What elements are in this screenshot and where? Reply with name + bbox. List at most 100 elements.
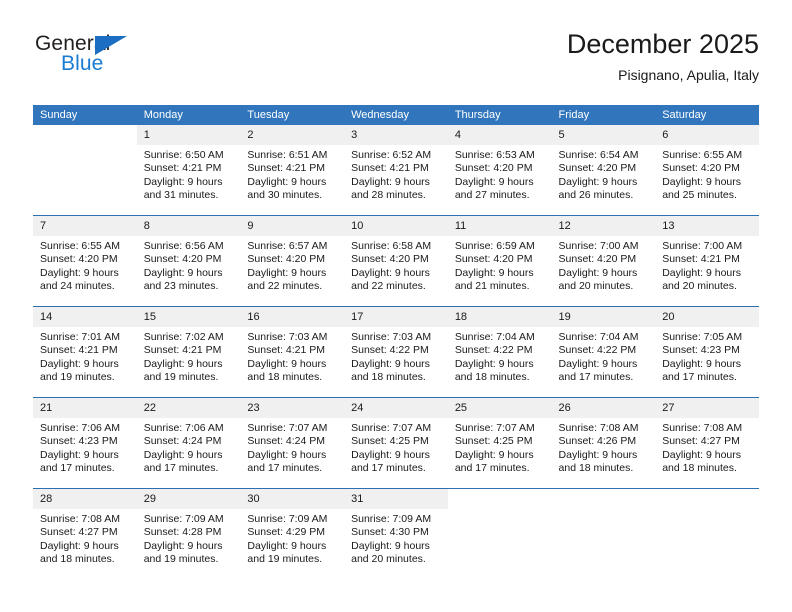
day-details: Sunrise: 7:07 AM Sunset: 4:25 PM Daylight:… bbox=[344, 418, 448, 476]
sunset-text: Sunset: 4:20 PM bbox=[351, 253, 429, 266]
sunrise-text: Sunrise: 6:58 AM bbox=[351, 240, 432, 252]
day-number: 31 bbox=[344, 489, 448, 509]
daylight-text: and 19 minutes. bbox=[247, 553, 323, 566]
daylight-text: Daylight: 9 hours bbox=[351, 175, 430, 188]
day-number: 16 bbox=[240, 307, 345, 327]
calendar-week-row: 7 Sunrise: 6:55 AM Sunset: 4:20 PM Daylight… bbox=[33, 215, 759, 307]
day-number: 14 bbox=[33, 307, 137, 327]
day-number: 13 bbox=[655, 216, 759, 236]
daylight-text: Daylight: 9 hours bbox=[351, 539, 430, 552]
calendar-day-cell[interactable]: 25 Sunrise: 7:07 AM Sunset: 4:25 PM Dayligh… bbox=[447, 397, 552, 489]
daylight-text: Daylight: 9 hours bbox=[351, 357, 430, 370]
day-details: Sunrise: 7:03 AM Sunset: 4:21 PM Daylight:… bbox=[240, 327, 344, 385]
calendar-day-cell[interactable]: 30 Sunrise: 7:09 AM Sunset: 4:29 PM Dayligh… bbox=[240, 488, 345, 579]
daylight-text: and 18 minutes. bbox=[454, 371, 530, 384]
day-details: Sunrise: 7:04 AM Sunset: 4:22 PM Daylight:… bbox=[552, 327, 656, 385]
calendar-day-cell[interactable]: 6 Sunrise: 6:55 AM Sunset: 4:20 PM Daylight… bbox=[655, 125, 759, 216]
title-block: December 2025 Pisignano, Apulia, Italy bbox=[567, 28, 759, 85]
daylight-text: Daylight: 9 hours bbox=[558, 175, 638, 188]
daylight-text: and 25 minutes. bbox=[662, 189, 737, 202]
calendar-day-cell[interactable]: 20 Sunrise: 7:05 AM Sunset: 4:23 PM Dayligh… bbox=[655, 306, 759, 398]
day-number: 27 bbox=[655, 398, 759, 418]
calendar-day-cell[interactable]: 23 Sunrise: 7:07 AM Sunset: 4:24 PM Dayligh… bbox=[240, 397, 345, 489]
calendar-week-row: 14 Sunrise: 7:01 AM Sunset: 4:21 PM Dayligh… bbox=[33, 306, 759, 398]
calendar-day-cell[interactable]: 1 Sunrise: 6:50 AM Sunset: 4:21 PM Daylight… bbox=[136, 125, 241, 216]
calendar-day-cell[interactable]: 19 Sunrise: 7:04 AM Sunset: 4:22 PM Dayligh… bbox=[551, 306, 656, 398]
calendar-day-cell[interactable]: 31 Sunrise: 7:09 AM Sunset: 4:30 PM Dayligh… bbox=[344, 488, 448, 579]
calendar-day-cell[interactable]: 15 Sunrise: 7:02 AM Sunset: 4:21 PM Dayligh… bbox=[136, 306, 241, 398]
calendar-day-cell[interactable]: 17 Sunrise: 7:03 AM Sunset: 4:22 PM Dayligh… bbox=[344, 306, 448, 398]
calendar-day-cell[interactable]: 14 Sunrise: 7:01 AM Sunset: 4:21 PM Dayligh… bbox=[33, 306, 137, 398]
logo-text-blue: Blue bbox=[61, 52, 104, 75]
day-number: 10 bbox=[344, 216, 448, 236]
sunrise-text: Sunrise: 7:09 AM bbox=[247, 513, 328, 525]
daylight-text: Daylight: 9 hours bbox=[40, 266, 119, 279]
daylight-text: and 18 minutes. bbox=[662, 462, 737, 475]
sunset-text: Sunset: 4:22 PM bbox=[558, 344, 637, 357]
sunrise-text: Sunrise: 7:02 AM bbox=[143, 331, 224, 343]
calendar-day-cell[interactable]: 16 Sunrise: 7:03 AM Sunset: 4:21 PM Dayligh… bbox=[240, 306, 345, 398]
calendar-day-cell[interactable]: 2 Sunrise: 6:51 AM Sunset: 4:21 PM Daylight… bbox=[240, 125, 345, 216]
calendar-week-row: 1 Sunrise: 6:50 AM Sunset: 4:21 PM Daylight… bbox=[33, 125, 759, 216]
calendar-day-cell[interactable]: 8 Sunrise: 6:56 AM Sunset: 4:20 PM Daylight… bbox=[136, 215, 241, 307]
day-details: Sunrise: 7:00 AM Sunset: 4:20 PM Daylight:… bbox=[552, 236, 656, 294]
daylight-text: Daylight: 9 hours bbox=[454, 175, 534, 188]
sunset-text: Sunset: 4:20 PM bbox=[558, 162, 637, 175]
sunrise-text: Sunrise: 6:52 AM bbox=[351, 149, 432, 161]
sunrise-text: Sunrise: 7:08 AM bbox=[558, 422, 639, 434]
daylight-text: and 24 minutes. bbox=[40, 280, 115, 293]
day-number: 28 bbox=[33, 489, 137, 509]
daylight-text: and 19 minutes. bbox=[40, 371, 115, 384]
weekday-header-monday: Monday bbox=[136, 105, 241, 125]
day-number: 8 bbox=[136, 216, 241, 236]
calendar-day-cell[interactable]: 12 Sunrise: 7:00 AM Sunset: 4:20 PM Dayligh… bbox=[551, 215, 656, 307]
calendar-day-cell[interactable]: 26 Sunrise: 7:08 AM Sunset: 4:26 PM Dayligh… bbox=[551, 397, 656, 489]
sunrise-text: Sunrise: 7:07 AM bbox=[454, 422, 535, 434]
day-number: 6 bbox=[655, 125, 759, 145]
daylight-text: Daylight: 9 hours bbox=[247, 175, 327, 188]
sunrise-text: Sunrise: 7:09 AM bbox=[143, 513, 224, 525]
sunset-text: Sunset: 4:23 PM bbox=[662, 344, 740, 357]
calendar-day-cell[interactable]: 22 Sunrise: 7:06 AM Sunset: 4:24 PM Dayligh… bbox=[136, 397, 241, 489]
daylight-text: and 20 minutes. bbox=[558, 280, 634, 293]
sunset-text: Sunset: 4:20 PM bbox=[40, 253, 118, 266]
sunrise-text: Sunrise: 6:57 AM bbox=[247, 240, 328, 252]
day-details: Sunrise: 7:07 AM Sunset: 4:25 PM Daylight:… bbox=[448, 418, 552, 476]
daylight-text: Daylight: 9 hours bbox=[454, 357, 534, 370]
calendar-day-cell[interactable]: 27 Sunrise: 7:08 AM Sunset: 4:27 PM Dayligh… bbox=[655, 397, 759, 489]
calendar-day-cell[interactable]: 21 Sunrise: 7:06 AM Sunset: 4:23 PM Dayligh… bbox=[33, 397, 137, 489]
calendar-day-cell[interactable]: 3 Sunrise: 6:52 AM Sunset: 4:21 PM Daylight… bbox=[344, 125, 448, 216]
day-number: 2 bbox=[240, 125, 345, 145]
sunrise-text: Sunrise: 6:59 AM bbox=[454, 240, 535, 252]
page-header: General Blue December 2025 Pisignano, Ap… bbox=[33, 28, 759, 96]
calendar-day-cell[interactable]: 13 Sunrise: 7:00 AM Sunset: 4:21 PM Dayligh… bbox=[655, 215, 759, 307]
calendar-day-cell[interactable]: 11 Sunrise: 6:59 AM Sunset: 4:20 PM Dayligh… bbox=[447, 215, 552, 307]
calendar-day-cell[interactable]: 9 Sunrise: 6:57 AM Sunset: 4:20 PM Daylight… bbox=[240, 215, 345, 307]
daylight-text: and 17 minutes. bbox=[351, 462, 426, 475]
day-number: 29 bbox=[136, 489, 241, 509]
daylight-text: and 31 minutes. bbox=[143, 189, 219, 202]
day-details: Sunrise: 6:57 AM Sunset: 4:20 PM Daylight:… bbox=[240, 236, 344, 294]
sunrise-text: Sunrise: 7:00 AM bbox=[662, 240, 743, 252]
general-blue-logo[interactable]: General Blue bbox=[33, 32, 233, 88]
calendar-day-cell[interactable]: 5 Sunrise: 6:54 AM Sunset: 4:20 PM Daylight… bbox=[551, 125, 656, 216]
calendar-day-cell[interactable]: 10 Sunrise: 6:58 AM Sunset: 4:20 PM Dayligh… bbox=[344, 215, 448, 307]
weekday-header-sunday: Sunday bbox=[33, 105, 137, 125]
day-number: 1 bbox=[136, 125, 241, 145]
day-details: Sunrise: 6:58 AM Sunset: 4:20 PM Daylight:… bbox=[344, 236, 448, 294]
sunset-text: Sunset: 4:27 PM bbox=[662, 435, 740, 448]
sunrise-text: Sunrise: 6:56 AM bbox=[143, 240, 224, 252]
daylight-text: Daylight: 9 hours bbox=[662, 175, 742, 188]
calendar-day-cell[interactable]: 24 Sunrise: 7:07 AM Sunset: 4:25 PM Dayligh… bbox=[344, 397, 448, 489]
calendar-day-cell[interactable]: 4 Sunrise: 6:53 AM Sunset: 4:20 PM Daylight… bbox=[447, 125, 552, 216]
calendar-day-cell[interactable]: 29 Sunrise: 7:09 AM Sunset: 4:28 PM Dayligh… bbox=[136, 488, 241, 579]
daylight-text: Daylight: 9 hours bbox=[454, 266, 534, 279]
calendar-empty-cell bbox=[447, 488, 552, 579]
calendar-day-cell[interactable]: 7 Sunrise: 6:55 AM Sunset: 4:20 PM Daylight… bbox=[33, 215, 137, 307]
calendar-day-cell[interactable]: 18 Sunrise: 7:04 AM Sunset: 4:22 PM Dayligh… bbox=[447, 306, 552, 398]
daylight-text: and 17 minutes. bbox=[662, 371, 737, 384]
daylight-text: Daylight: 9 hours bbox=[247, 266, 327, 279]
calendar-day-cell[interactable]: 28 Sunrise: 7:08 AM Sunset: 4:27 PM Dayligh… bbox=[33, 488, 137, 579]
day-details: Sunrise: 7:01 AM Sunset: 4:21 PM Daylight:… bbox=[33, 327, 137, 385]
daylight-text: and 18 minutes. bbox=[558, 462, 634, 475]
